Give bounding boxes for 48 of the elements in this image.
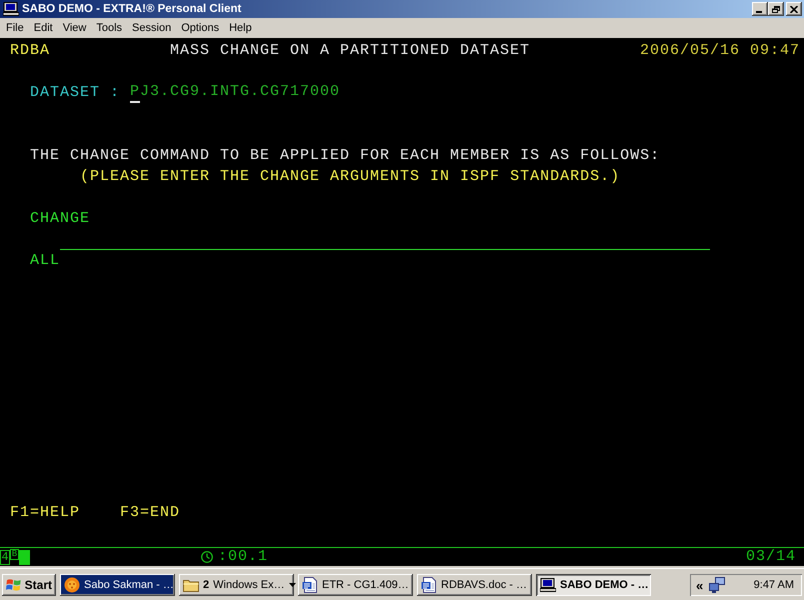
session-indicator: B [10,549,19,560]
field-label: ALL [30,251,60,271]
menu-item[interactable]: File [1,21,29,35]
menu-item[interactable]: Options [176,21,224,35]
taskbar-button[interactable]: RDBAVS.doc - … [417,574,532,596]
close-icon [790,6,798,12]
function-key-hint: F1=HELP [10,503,80,523]
dataset-value: PJ3.CG9.INTG.CG717000 [130,83,340,101]
minimize-button[interactable] [752,2,768,16]
screen-title: MASS CHANGE ON A PARTITIONED DATASET [170,41,530,61]
function-key-hint: F3=END [120,503,180,523]
taskbar-button[interactable]: 2 Windows Ex… [179,574,294,596]
instruction-text: THE CHANGE COMMAND TO BE APPLIED FOR EACH MEMBER IS AS FOLLOWS: [30,146,660,166]
show-hidden-icons-button[interactable]: « [696,578,704,592]
close-button[interactable] [786,2,802,16]
document-icon [302,577,318,593]
taskbar-button[interactable]: ETR - CG1.409… [298,574,413,596]
menu-item[interactable]: Help [224,21,257,35]
menu-item[interactable]: Edit [28,21,58,35]
computer-icon [3,2,19,16]
field-label: CHANGE [30,209,90,229]
text-cursor [130,101,140,103]
taskbar-button[interactable]: SABO DEMO - … [536,574,651,596]
timestamp: 2006/05/16 09:47 [640,41,800,61]
computer-icon [540,577,556,593]
network-icon [709,577,726,593]
status-block-icon [19,550,30,564]
session-indicator: 4 [0,550,10,564]
field-label: DATASET : [30,83,120,103]
taskbar-button[interactable]: Sabo Sakman - … [60,574,175,596]
windows-flag-icon [6,578,22,592]
document-icon [421,577,437,593]
elapsed-time: :00.1 [218,548,268,566]
menu-item[interactable]: View [58,21,92,35]
menu-item[interactable]: Session [127,21,176,35]
cursor-position: 03/14 [746,548,796,566]
clock-text: 9:47 AM [754,579,794,591]
restore-button[interactable] [768,2,784,16]
menu-item[interactable]: Tools [91,21,128,35]
window-title: SABO DEMO - EXTRA!® Personal Client [22,3,242,15]
start-button[interactable]: Start [2,574,56,596]
clock-icon [201,551,213,563]
ball-icon [64,577,80,593]
restore-icon [772,6,780,12]
note-text: (PLEASE ENTER THE CHANGE ARGUMENTS IN ISPF STANDARDS.) [80,167,620,187]
caret-icon [288,583,296,587]
program-name: RDBA [10,41,50,61]
folder-icon [183,577,199,593]
